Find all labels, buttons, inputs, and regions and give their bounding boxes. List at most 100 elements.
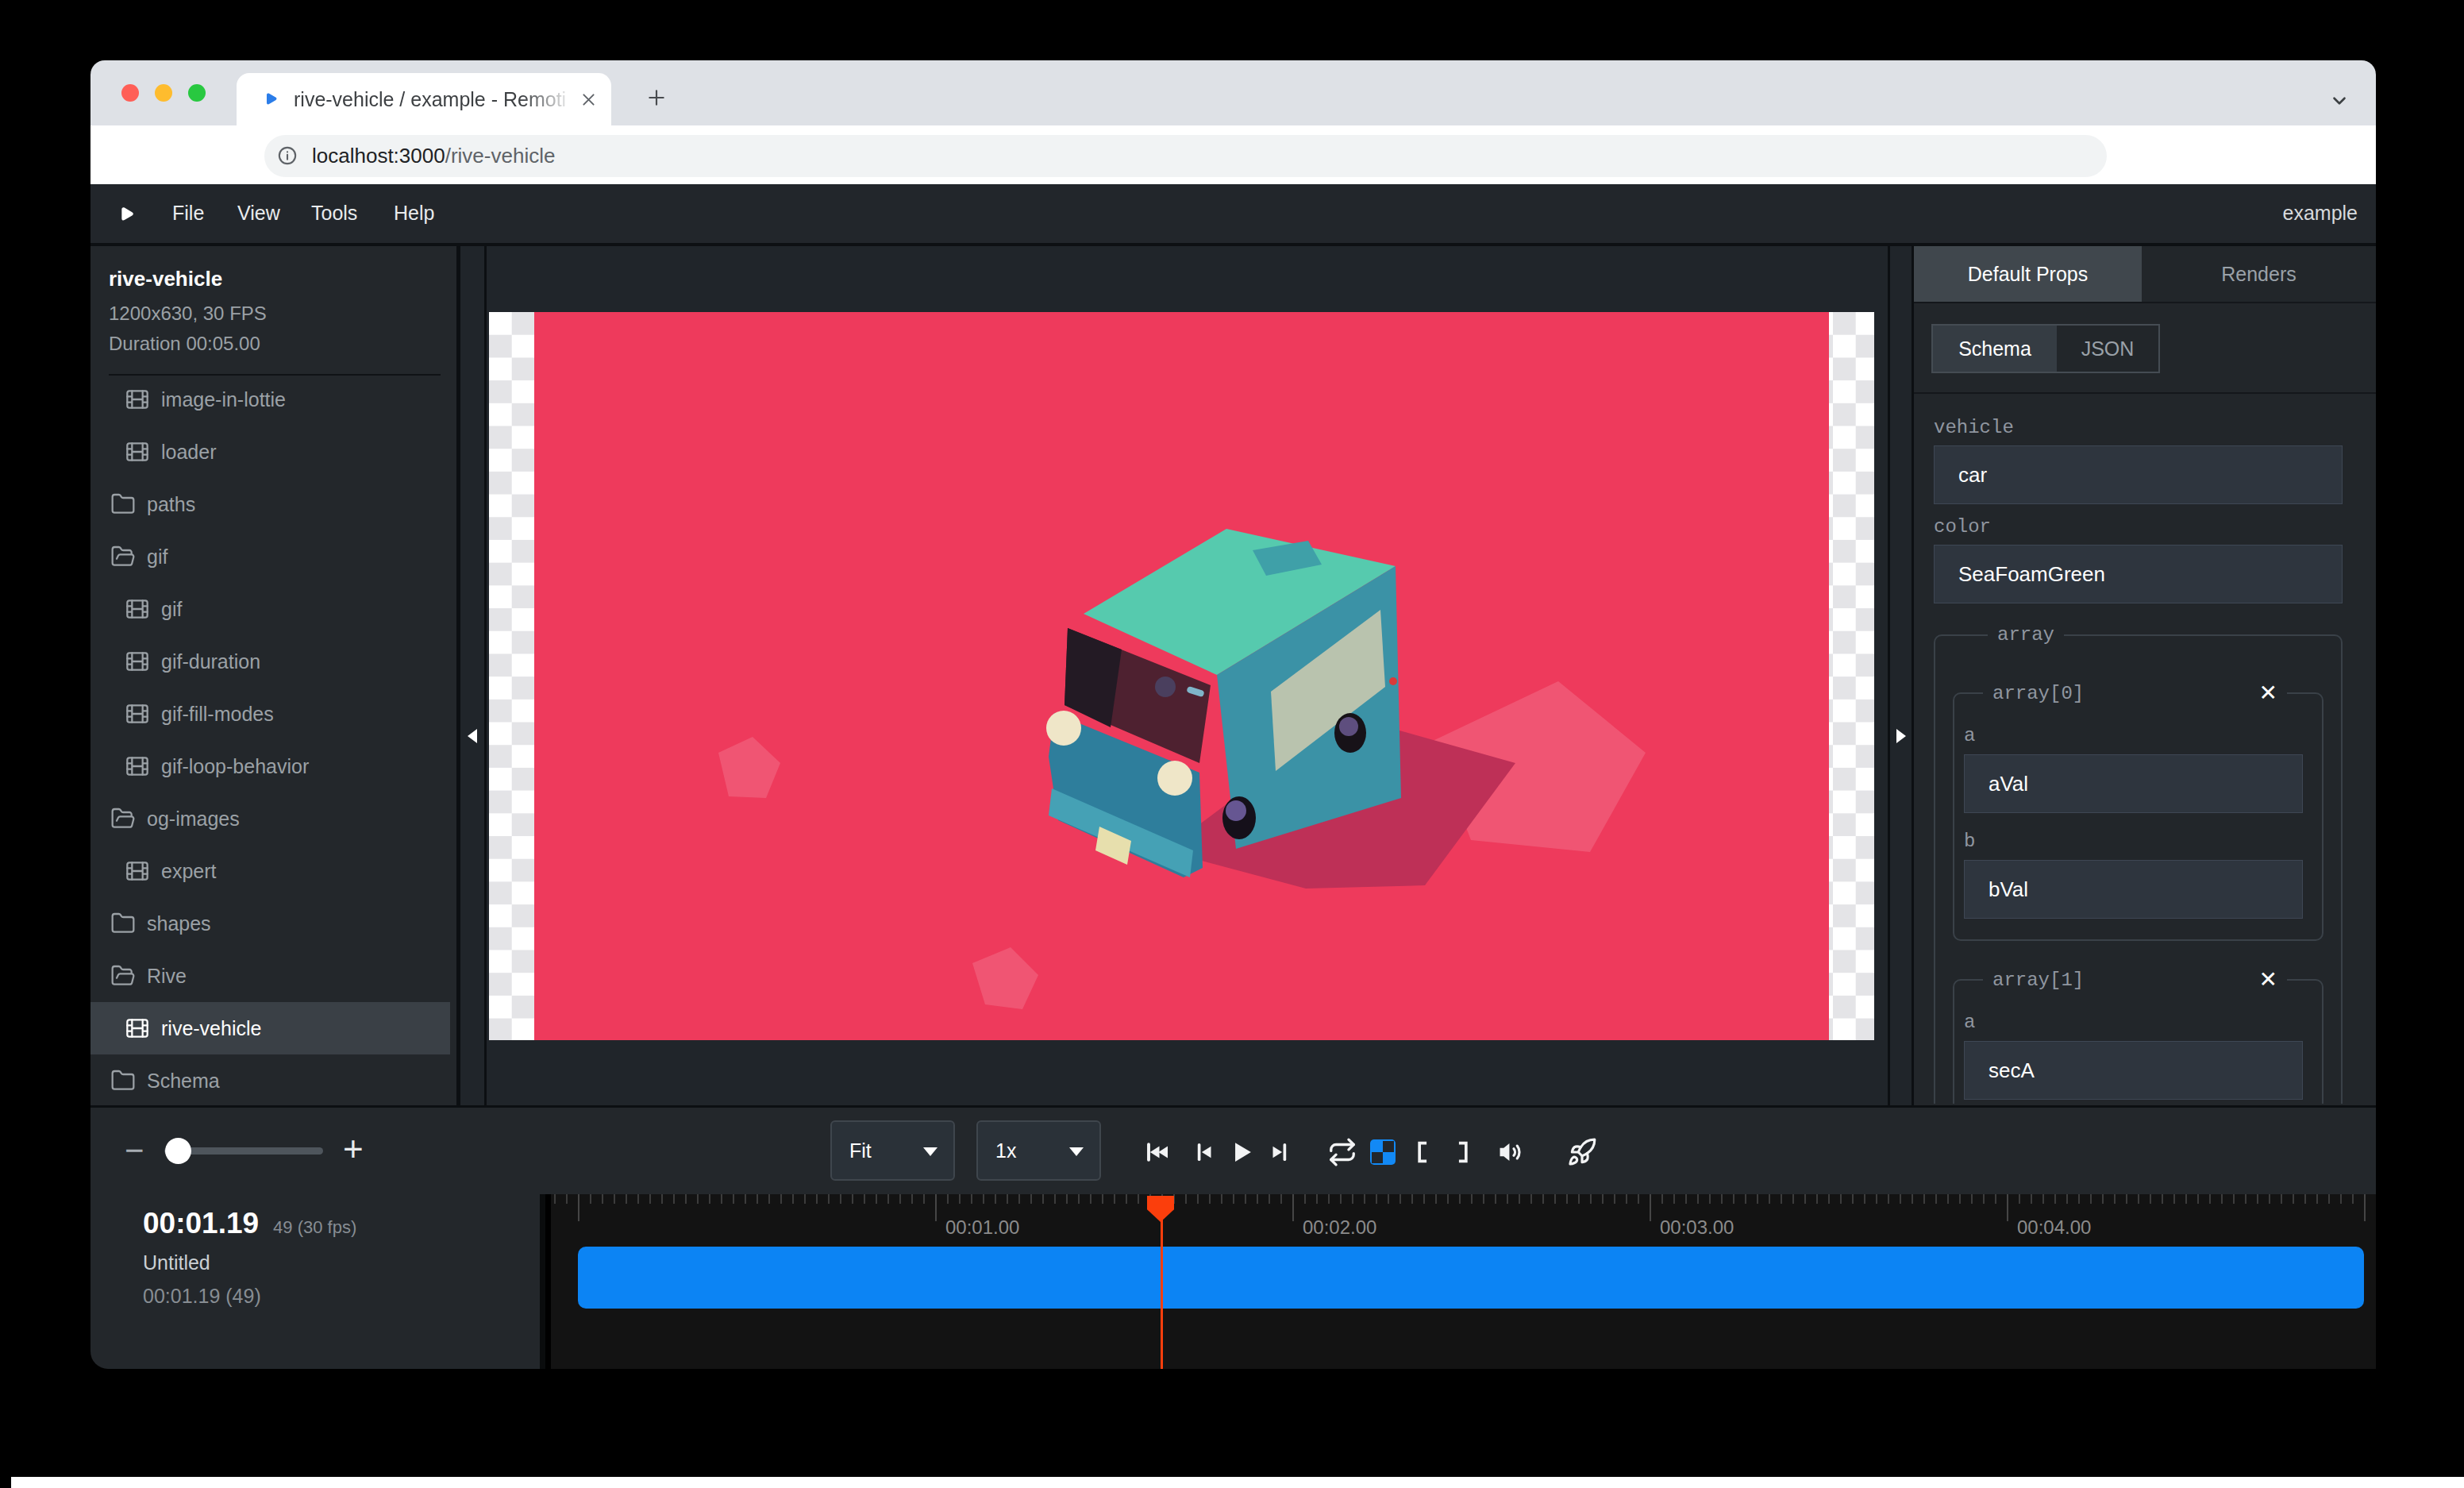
fit-dropdown[interactable]: Fit: [830, 1120, 955, 1181]
sidebar-item-rive[interactable]: Rive: [90, 950, 456, 1002]
toggle-schema[interactable]: Schema: [1933, 326, 2057, 372]
ruler-label: 00:02.00: [1303, 1216, 1376, 1239]
compositions-sidebar: rive-vehicle 1200x630, 30 FPS Duration 0…: [90, 246, 460, 1105]
film-icon: [125, 1016, 150, 1041]
sidebar-item-gif-folder[interactable]: gif: [90, 530, 456, 583]
chevron-down-icon: [923, 1147, 937, 1156]
menu-tools[interactable]: Tools: [311, 202, 357, 225]
new-tab-button[interactable]: [646, 87, 667, 108]
toggle-json[interactable]: JSON: [2057, 326, 2158, 372]
sidebar-item-gif-duration[interactable]: gif-duration: [90, 635, 456, 688]
composition-meta: 1200x630, 30 FPS: [109, 303, 441, 325]
array-legend: array: [1988, 624, 2064, 646]
film-icon: [125, 649, 150, 674]
tab-title: rive-vehicle / example - Remoti: [294, 88, 573, 112]
sidebar-item-expert[interactable]: expert: [90, 845, 456, 897]
sidebar-collapse-gutter[interactable]: [460, 246, 487, 1105]
zoom-out-button[interactable]: −: [125, 1136, 144, 1168]
preview-area: [487, 246, 1888, 1105]
previous-frame-button[interactable]: [1191, 1139, 1218, 1166]
remotion-logo[interactable]: [114, 203, 137, 226]
main-area: rive-vehicle 1200x630, 30 FPS Duration 0…: [90, 246, 2376, 1105]
film-icon: [125, 858, 150, 884]
url-bar[interactable]: localhost:3000/rive-vehicle: [264, 135, 2107, 177]
traffic-light-minimize[interactable]: [155, 84, 172, 102]
animation-background: [534, 312, 1829, 1040]
menu-view[interactable]: View: [237, 202, 280, 225]
film-icon: [125, 754, 150, 779]
in-point-button[interactable]: [1408, 1139, 1435, 1166]
url-text: localhost:3000/rive-vehicle: [312, 144, 555, 168]
sidebar-item-shapes[interactable]: shapes: [90, 897, 456, 950]
array-0-remove-button[interactable]: ✕: [2259, 682, 2277, 704]
timeline-info-panel: 00:01.19 49 (30 fps) Untitled 00:01.19 (…: [90, 1194, 545, 1369]
props-fields: vehicle color array array[0]✕ a b array[…: [1914, 394, 2376, 1104]
loop-toggle[interactable]: [1327, 1137, 1357, 1167]
array-0-b-input[interactable]: [1964, 860, 2303, 919]
traffic-light-zoom[interactable]: [188, 84, 206, 102]
ruler-label: 00:01.00: [945, 1216, 1019, 1239]
timeline-track-bar[interactable]: [578, 1247, 2364, 1309]
render-rocket-button[interactable]: [1567, 1137, 1597, 1167]
composition-duration: Duration 00:05.00: [109, 333, 441, 355]
browser-address-bar: localhost:3000/rive-vehicle: [90, 125, 2376, 184]
array-1-a-input[interactable]: [1964, 1041, 2303, 1100]
sidebar-item-gif-loop-behavior[interactable]: gif-loop-behavior: [90, 740, 456, 792]
playhead-marker[interactable]: [1147, 1196, 1174, 1222]
current-timecode: 00:01.19: [143, 1207, 259, 1240]
sidebar-item-gif-fill-modes[interactable]: gif-fill-modes: [90, 688, 456, 740]
volume-button[interactable]: [1496, 1137, 1526, 1167]
tab-renders[interactable]: Renders: [2142, 246, 2376, 302]
array-0-a-input[interactable]: [1964, 754, 2303, 813]
panel-collapse-gutter[interactable]: [1888, 246, 1912, 1105]
film-icon: [125, 596, 150, 622]
tab-default-props[interactable]: Default Props: [1914, 246, 2142, 302]
collapse-left-icon[interactable]: [468, 729, 477, 743]
sidebar-item-loader[interactable]: loader: [90, 426, 456, 478]
track-duration: 00:01.19 (49): [143, 1285, 261, 1308]
sidebar-item-paths[interactable]: paths: [90, 478, 456, 530]
out-point-button[interactable]: [1450, 1139, 1477, 1166]
skip-to-start-button[interactable]: [1144, 1138, 1172, 1166]
sidebar-item-schema[interactable]: Schema: [90, 1054, 456, 1107]
decor-pentagon-left: [718, 737, 780, 798]
zoom-in-button[interactable]: +: [343, 1133, 367, 1165]
menu-file[interactable]: File: [172, 202, 204, 225]
array-1-remove-button[interactable]: ✕: [2259, 969, 2277, 991]
sidebar-item-rive-vehicle[interactable]: rive-vehicle: [90, 1002, 450, 1054]
color-input[interactable]: [1934, 545, 2343, 603]
ruler-label: 00:03.00: [1660, 1216, 1734, 1239]
array-0-a-label: a: [1964, 725, 2303, 746]
screenshot-bottom-edge: [11, 1477, 2464, 1488]
film-icon: [125, 387, 150, 412]
film-icon: [125, 701, 150, 727]
folder-open-icon: [110, 544, 136, 569]
vehicle-input[interactable]: [1934, 445, 2343, 504]
traffic-light-close[interactable]: [121, 84, 139, 102]
transparency-toggle[interactable]: [1370, 1139, 1396, 1165]
composition-canvas: [489, 312, 1874, 1040]
browser-tab-bar: rive-vehicle / example - Remoti: [90, 60, 2376, 125]
sidebar-item-gif[interactable]: gif: [90, 583, 456, 635]
speed-dropdown[interactable]: 1x: [976, 1120, 1101, 1181]
timeline-track-area[interactable]: 00:01.00 00:02.00 00:03.00 00:04.00: [551, 1194, 2376, 1369]
folder-icon: [110, 1068, 136, 1093]
app-menubar: File View Tools Help example: [90, 184, 2376, 246]
zoom-slider-knob[interactable]: [165, 1138, 191, 1164]
playback-toolbar: − + Fit 1x: [90, 1105, 2376, 1194]
next-frame-button[interactable]: [1266, 1139, 1293, 1166]
composition-title: rive-vehicle: [109, 267, 441, 291]
collapse-right-icon[interactable]: [1896, 729, 1906, 743]
array-1-a-label: a: [1964, 1012, 2303, 1033]
site-info-icon[interactable]: [276, 145, 298, 167]
menu-help[interactable]: Help: [394, 202, 434, 225]
tab-close-icon[interactable]: [580, 91, 597, 108]
sidebar-item-og-images[interactable]: og-images: [90, 792, 456, 845]
play-button[interactable]: [1226, 1137, 1257, 1167]
tab-search-chevron-icon[interactable]: [2329, 91, 2350, 111]
browser-tab[interactable]: rive-vehicle / example - Remoti: [237, 73, 611, 125]
folder-open-icon: [110, 963, 136, 989]
schema-json-toggle: Schema JSON: [1931, 324, 2160, 373]
sidebar-item-image-in-lottie[interactable]: image-in-lottie: [90, 373, 456, 426]
project-name: example: [2283, 202, 2358, 225]
